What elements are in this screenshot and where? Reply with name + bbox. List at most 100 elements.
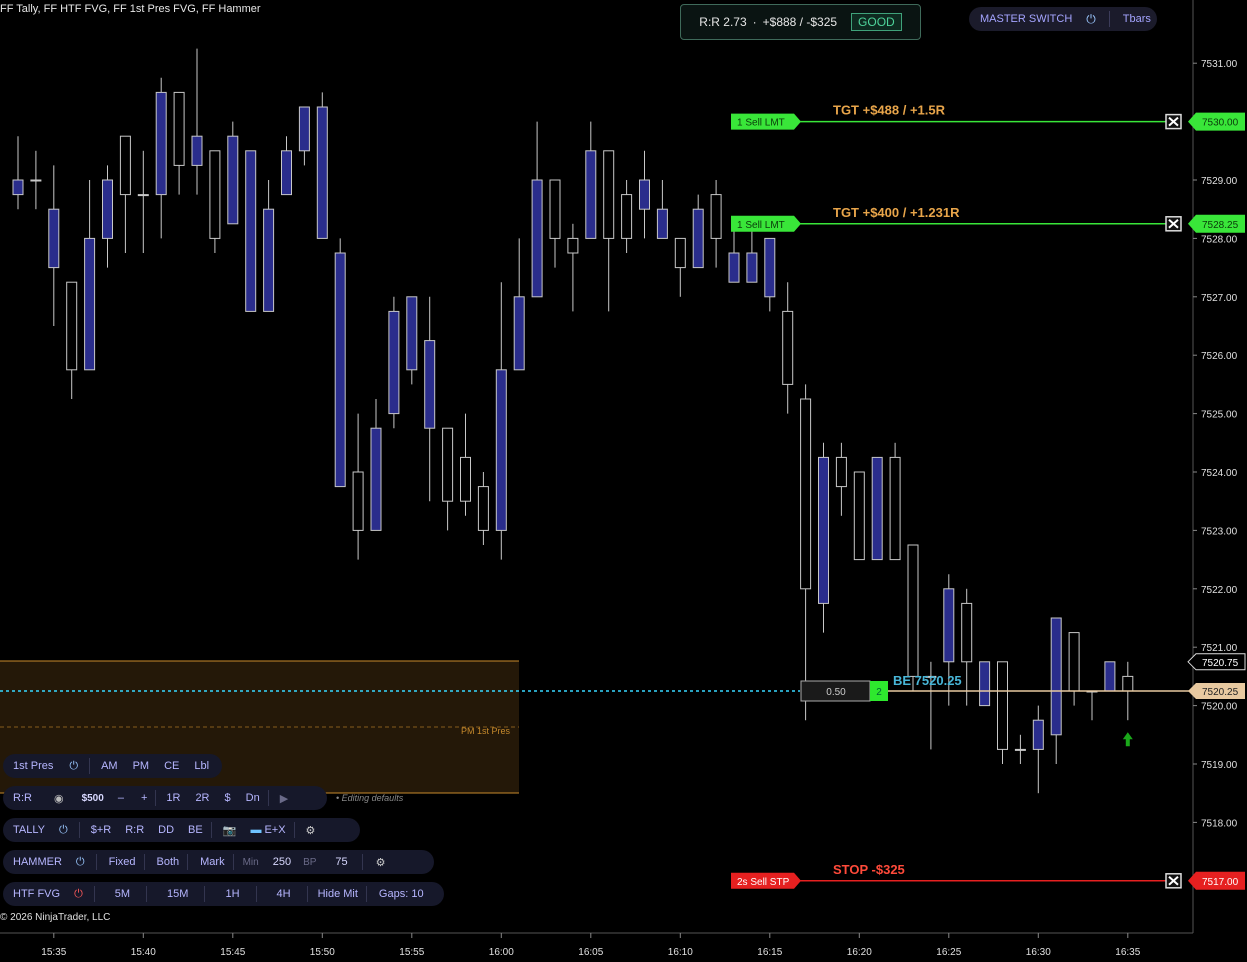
- rr-dn-button[interactable]: Dn: [246, 792, 260, 804]
- divider: [146, 886, 148, 902]
- increase-button[interactable]: +: [141, 792, 147, 804]
- power-icon[interactable]: ⏻: [76, 856, 85, 869]
- candle-body: [1032, 719, 1044, 750]
- htf-15m-button[interactable]: 15M: [167, 888, 188, 900]
- candle-body: [66, 281, 78, 371]
- tbars-button[interactable]: Tbars: [1123, 13, 1151, 25]
- candle-body: [943, 588, 955, 663]
- candle-body: [1050, 617, 1062, 736]
- divider: [365, 886, 367, 902]
- tally-rr-button[interactable]: R:R: [125, 824, 144, 836]
- gear-icon[interactable]: ⚙: [376, 856, 386, 869]
- htf-5m-button[interactable]: 5M: [115, 888, 130, 900]
- divider: [210, 822, 212, 838]
- rr-dollar-button[interactable]: $: [225, 792, 231, 804]
- breakeven-label: BE 7520.25: [893, 673, 962, 688]
- price-tick-label: 7520.00: [1201, 702, 1238, 713]
- candle-body: [835, 456, 847, 488]
- hammer-title: HAMMER: [13, 856, 62, 868]
- power-icon[interactable]: ⏻: [1086, 12, 1096, 27]
- htf-4h-button[interactable]: 4H: [277, 888, 291, 900]
- rr-1r-button[interactable]: 1R: [166, 792, 180, 804]
- stop-order-text: STOP -$325: [833, 862, 905, 877]
- candle-body: [1068, 632, 1080, 692]
- fvg-label: PM 1st Pres: [461, 726, 511, 736]
- htf-gaps-button[interactable]: Gaps: 10: [379, 888, 424, 900]
- divider: [267, 790, 269, 806]
- editing-note: • Editing defaults: [336, 793, 404, 803]
- divider: [204, 886, 206, 902]
- candle-body: [352, 471, 364, 531]
- candle-body: [603, 150, 615, 239]
- divider: [293, 822, 295, 838]
- rr-pnl: +$888 / -$325: [762, 15, 838, 29]
- candle-body: [800, 398, 812, 590]
- rr-ratio: R:R 2.73: [699, 15, 747, 29]
- ticket-icon: ▬: [250, 824, 262, 836]
- tally-ex-button[interactable]: E+X: [264, 824, 285, 836]
- decrease-button[interactable]: –: [118, 792, 124, 804]
- time-tick-label: 16:15: [757, 947, 782, 958]
- candle-body: [746, 252, 758, 283]
- tally-dollar-r-button[interactable]: $+R: [91, 824, 112, 836]
- candle-body: [656, 208, 668, 239]
- price-tick-label: 7518.00: [1201, 818, 1238, 829]
- price-tick-label: 7529.00: [1201, 176, 1238, 187]
- master-switch[interactable]: MASTER SWITCH ⏻ Tbars: [969, 7, 1157, 31]
- candle-body: [460, 456, 471, 502]
- price-tick-label: 7526.00: [1201, 351, 1238, 362]
- tgt2-order-tag-label: 1 Sell LMT: [737, 220, 785, 231]
- tgt1-order-text: TGT +$488 / +1.5R: [833, 103, 946, 118]
- breakeven-qty: 2: [876, 687, 882, 698]
- power-icon[interactable]: ⏻: [69, 760, 78, 773]
- hammer-min-field[interactable]: 250: [273, 856, 291, 868]
- candle-body: [406, 296, 418, 371]
- htf-fvg-panel: HTF FVG ⏻ 5M 15M 1H 4H Hide Mit Gaps: 10: [3, 882, 444, 906]
- radio-icon[interactable]: ◉: [54, 792, 64, 805]
- rr-panel: R:R ◉ $500 – + 1R 2R $ Dn ▶: [3, 786, 327, 810]
- risk-amount-field[interactable]: $500: [82, 793, 104, 804]
- first-pres-lbl-button[interactable]: Lbl: [194, 760, 209, 772]
- candle-body: [424, 340, 436, 429]
- candle-body: [871, 456, 883, 561]
- candle-body: [692, 208, 704, 269]
- candle-body: [84, 237, 96, 371]
- play-icon[interactable]: ▶: [280, 792, 288, 805]
- power-icon[interactable]: ⏻: [59, 824, 68, 837]
- price-tick-label: 7521.00: [1201, 643, 1238, 654]
- divider: [187, 854, 189, 870]
- candle-body: [30, 179, 42, 182]
- tally-be-button[interactable]: BE: [188, 824, 203, 836]
- tally-title: TALLY: [13, 824, 45, 836]
- candle-body: [728, 252, 740, 283]
- first-pres-am-button[interactable]: AM: [101, 760, 118, 772]
- candle-body: [1104, 661, 1116, 692]
- candle-body: [549, 179, 561, 239]
- hammer-both-button[interactable]: Both: [157, 856, 180, 868]
- time-tick-label: 15:50: [310, 947, 335, 958]
- divider: [89, 758, 91, 774]
- camera-icon[interactable]: 📷: [223, 824, 237, 837]
- divider: [155, 790, 157, 806]
- candle-body: [621, 194, 633, 239]
- first-pres-panel: 1st Pres ⏻ AM PM CE Lbl: [3, 754, 222, 778]
- divider: [232, 854, 234, 870]
- candle-body: [155, 91, 167, 196]
- candle-body: [979, 661, 991, 707]
- time-tick-label: 15:40: [131, 947, 156, 958]
- first-pres-ce-button[interactable]: CE: [164, 760, 179, 772]
- candle-body: [782, 310, 794, 385]
- hammer-fixed-button[interactable]: Fixed: [109, 856, 136, 868]
- hammer-bp-field[interactable]: 75: [335, 856, 347, 868]
- rr-2r-button[interactable]: 2R: [195, 792, 209, 804]
- htf-1h-button[interactable]: 1H: [225, 888, 239, 900]
- hammer-mark-button[interactable]: Mark: [200, 856, 224, 868]
- divider: [143, 854, 145, 870]
- tally-panel: TALLY ⏻ $+R R:R DD BE 📷 ▬ E+X ⚙: [3, 818, 360, 842]
- first-pres-pm-button[interactable]: PM: [133, 760, 150, 772]
- tally-dd-button[interactable]: DD: [158, 824, 174, 836]
- power-icon[interactable]: ⏻: [74, 888, 83, 901]
- htf-hide-mit-button[interactable]: Hide Mit: [318, 888, 358, 900]
- gear-icon[interactable]: ⚙: [306, 824, 316, 837]
- tgt1-order-tag-label: 1 Sell LMT: [737, 118, 785, 129]
